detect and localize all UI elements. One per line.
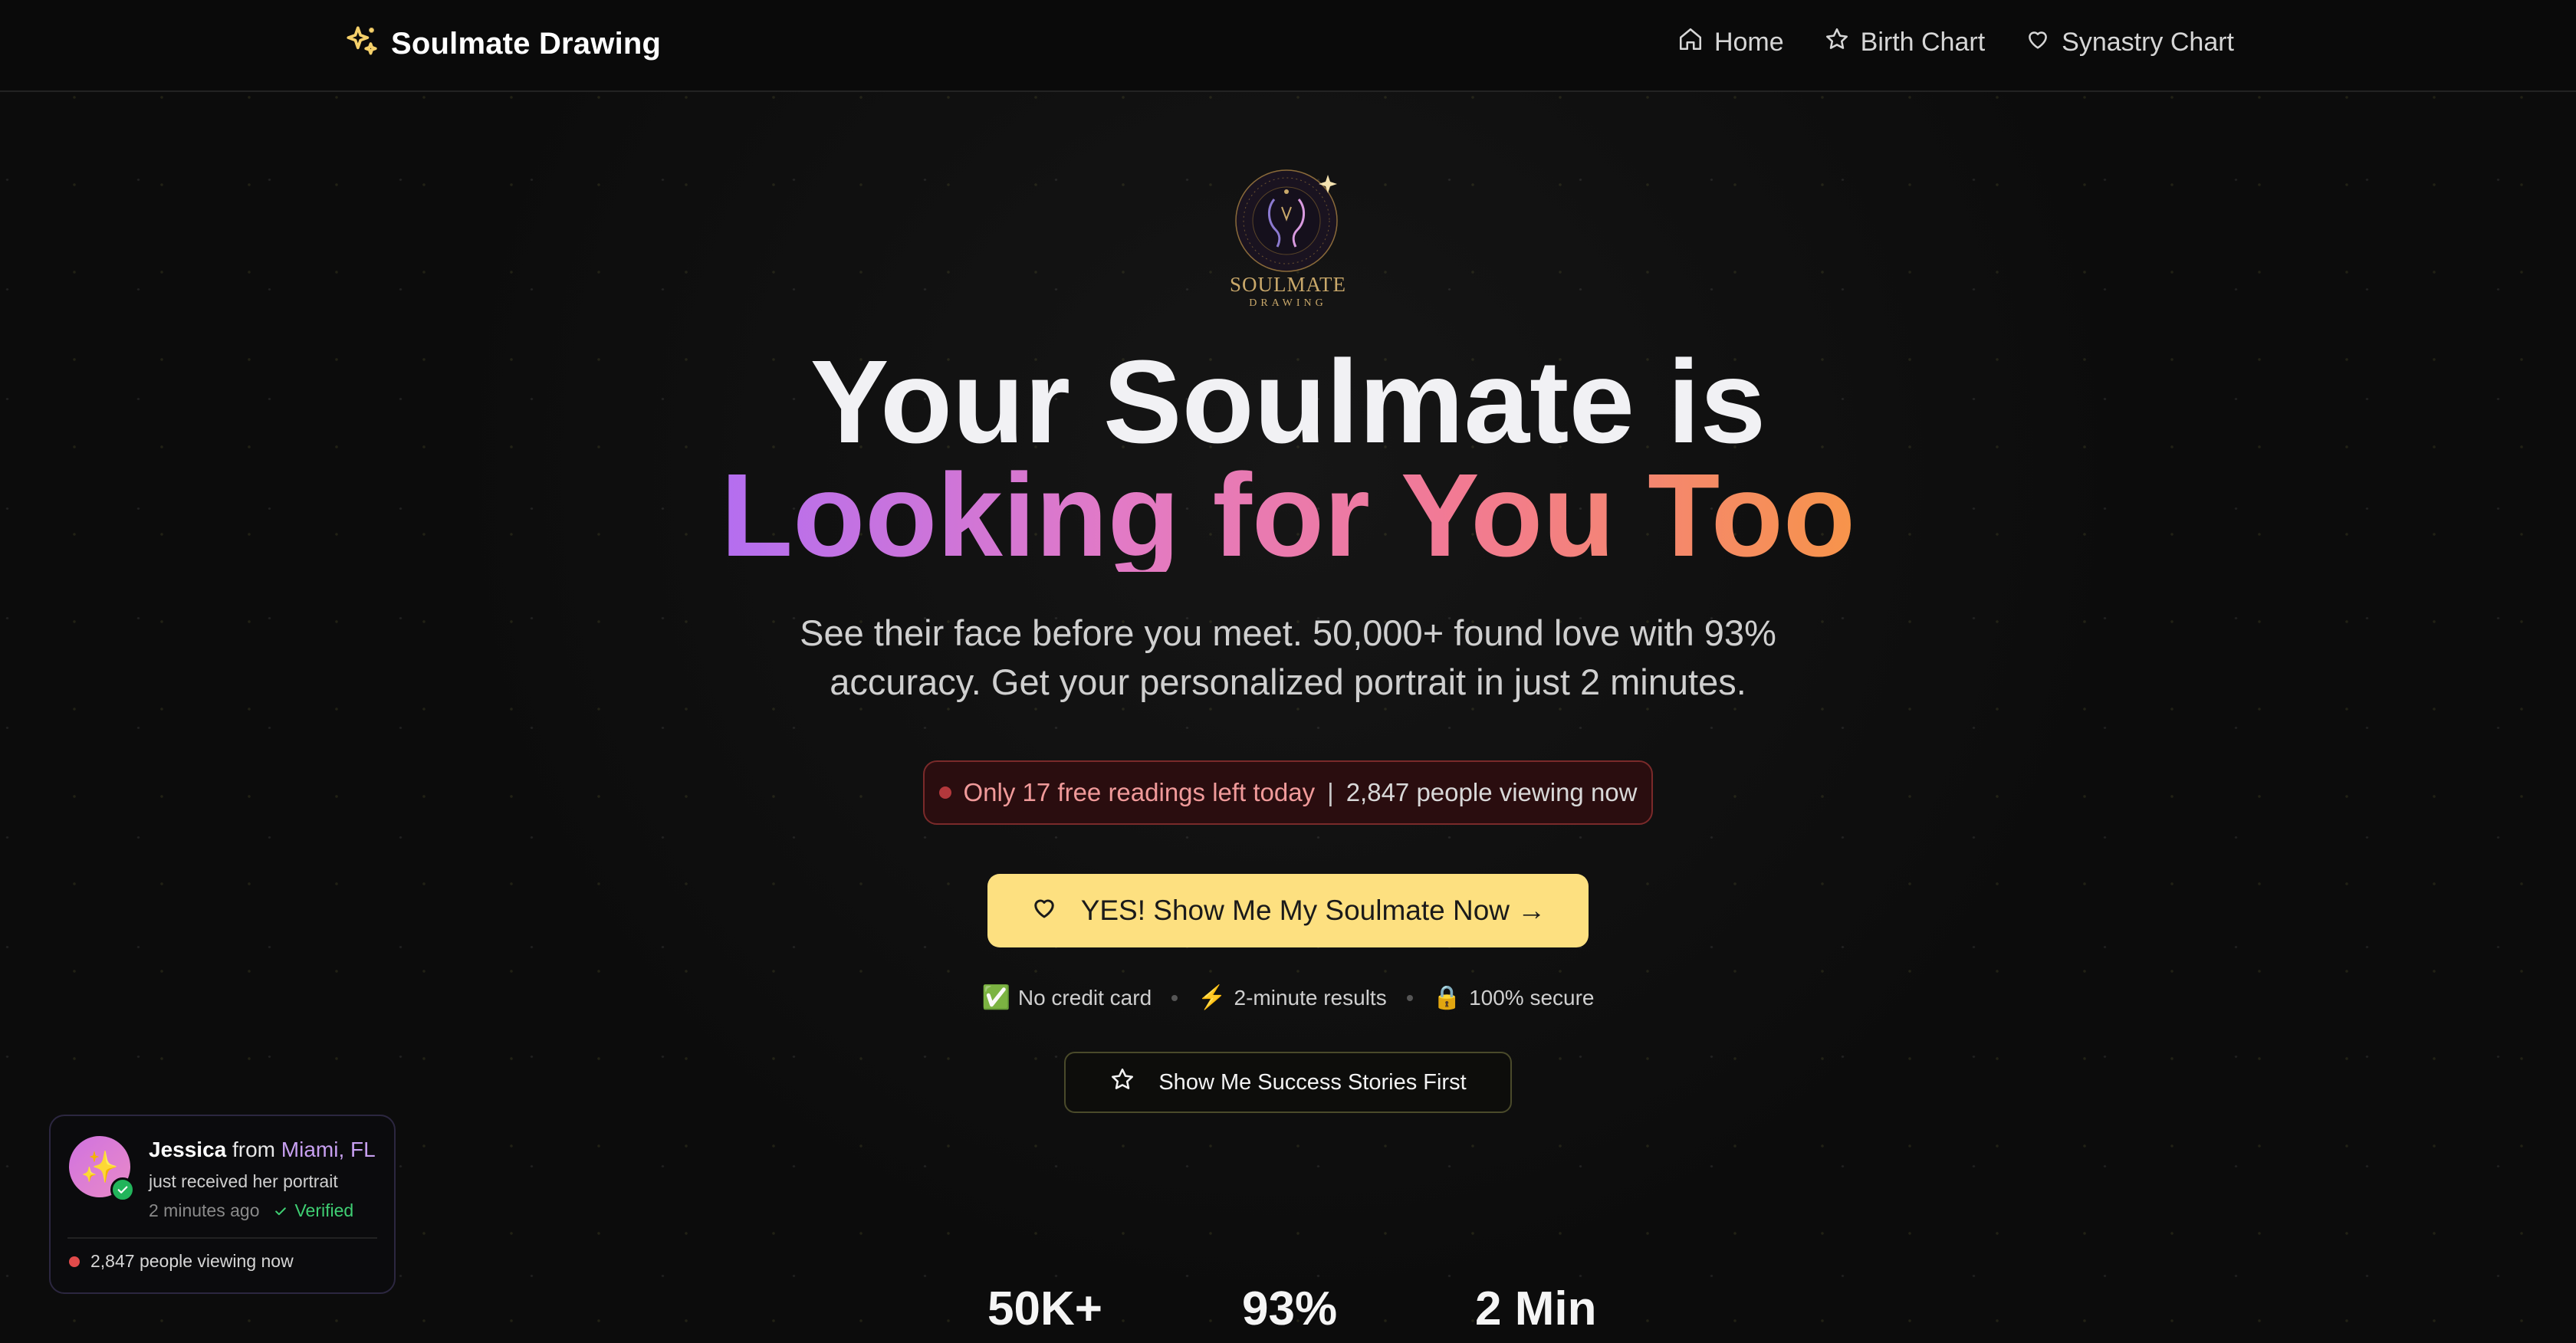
sparkles-icon xyxy=(342,23,380,65)
check-mark-icon: ✅ xyxy=(981,985,1010,1010)
nav-home-label: Home xyxy=(1714,28,1784,57)
emblem-title: SOULMATE xyxy=(1229,273,1346,296)
social-proof-popup[interactable]: ✨ Jessica from Miami, FL just received h… xyxy=(49,1115,396,1294)
emblem-subtitle: DRAWING xyxy=(1249,297,1327,309)
star-icon xyxy=(1109,1066,1135,1098)
toast-headline: Jessica from Miami, FL xyxy=(149,1138,376,1162)
star-icon xyxy=(1824,26,1850,59)
toast-viewers-text: 2,847 people viewing now xyxy=(90,1251,294,1271)
toast-divider xyxy=(67,1237,377,1239)
hero-title-line2: Looking for You Too xyxy=(721,449,1855,581)
urgency-separator: | xyxy=(1327,778,1334,806)
page: Soulmate Drawing Home Birth Chart Synast… xyxy=(0,0,2576,1343)
urgency-banner: Only 17 free readings left today | 2,847… xyxy=(923,760,1653,825)
hero-subtitle: See their face before you meet. 50,000+ … xyxy=(800,612,1776,702)
readings-left-text: Only 17 free readings left today xyxy=(963,778,1316,806)
hero-title: Your Soulmate is Looking for You Too xyxy=(0,336,2576,581)
badge-separator xyxy=(1406,994,1413,1001)
checkmark-icon xyxy=(275,1207,287,1215)
badge-label: 100% secure xyxy=(1469,985,1595,1010)
stats-row: 50K+ 93% 2 Min xyxy=(0,1282,2576,1343)
stat-time: 2 Min xyxy=(1475,1282,1597,1335)
customer-location: Miami, FL xyxy=(281,1138,376,1161)
header: Soulmate Drawing Home Birth Chart Synast… xyxy=(0,0,2576,92)
stat-users: 50K+ xyxy=(987,1282,1102,1335)
sparkles-icon: ✨ xyxy=(80,1150,119,1184)
lock-icon: 🔒 xyxy=(1432,985,1462,1010)
badge-separator xyxy=(1171,994,1178,1001)
show-soulmate-button-label: YES! Show Me My Soulmate Now → xyxy=(1080,895,1546,926)
brand-link[interactable]: Soulmate Drawing xyxy=(342,23,661,65)
live-dot-icon xyxy=(69,1256,80,1267)
toast-viewers: 2,847 people viewing now xyxy=(69,1251,294,1272)
nav-birth-chart[interactable]: Birth Chart xyxy=(1824,26,1986,59)
live-dot-icon xyxy=(938,786,951,799)
badge-label: No credit card xyxy=(1017,985,1152,1010)
home-icon xyxy=(1677,26,1704,59)
toast-message: just received her portrait xyxy=(149,1171,338,1191)
main-nav: Home Birth Chart Synastry Chart xyxy=(1677,26,2234,59)
nav-synastry-chart[interactable]: Synastry Chart xyxy=(2025,26,2234,59)
verified-badge: Verified xyxy=(273,1200,353,1221)
verified-label: Verified xyxy=(294,1200,354,1220)
toast-meta: 2 minutes ago Verified xyxy=(149,1200,353,1221)
badge-no-credit-card: ✅ No credit card xyxy=(982,984,1152,1011)
viewers-count-text: 2,847 people viewing now xyxy=(1346,778,1638,806)
badge-two-minute-results: ⚡ 2-minute results xyxy=(1198,984,1387,1011)
trust-badges: ✅ No credit card ⚡ 2-minute results 🔒 10… xyxy=(0,984,2576,1011)
nav-home[interactable]: Home xyxy=(1677,26,1784,59)
customer-name: Jessica xyxy=(149,1138,227,1161)
nav-synastry-chart-label: Synastry Chart xyxy=(2062,28,2234,57)
nav-birth-chart-label: Birth Chart xyxy=(1860,28,1986,57)
toast-timestamp: 2 minutes ago xyxy=(149,1200,260,1220)
lightning-icon: ⚡ xyxy=(1198,985,1227,1010)
stat-accuracy: 93% xyxy=(1242,1282,1338,1335)
heart-icon xyxy=(2025,26,2051,59)
zodiac-wheel-icon xyxy=(1235,169,1338,272)
show-soulmate-button[interactable]: YES! Show Me My Soulmate Now → xyxy=(987,874,1589,947)
soulmate-emblem-logo: SOULMATE DRAWING xyxy=(1227,161,1349,309)
badge-secure: 🔒 100% secure xyxy=(1433,984,1595,1011)
from-text: from xyxy=(232,1138,275,1161)
success-stories-button-label: Show Me Success Stories First xyxy=(1158,1069,1467,1095)
heart-icon xyxy=(1030,894,1058,928)
success-stories-button[interactable]: Show Me Success Stories First xyxy=(1064,1052,1512,1113)
hero-title-line1: Your Soulmate is xyxy=(810,336,1766,468)
verified-check-icon xyxy=(110,1177,135,1202)
brand-name: Soulmate Drawing xyxy=(391,27,662,61)
badge-label: 2-minute results xyxy=(1234,985,1387,1010)
